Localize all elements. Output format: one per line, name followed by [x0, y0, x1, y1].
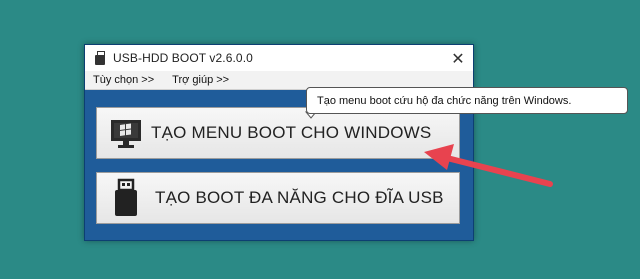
annotation-arrow	[444, 155, 553, 187]
tooltip-text: Tạo menu boot cứu hộ đa chức năng trên W…	[317, 94, 572, 107]
annotation-arrow-layer	[304, 111, 553, 187]
tooltip: Tạo menu boot cứu hộ đa chức năng trên W…	[306, 87, 628, 114]
annotation-arrow-head	[424, 144, 454, 170]
